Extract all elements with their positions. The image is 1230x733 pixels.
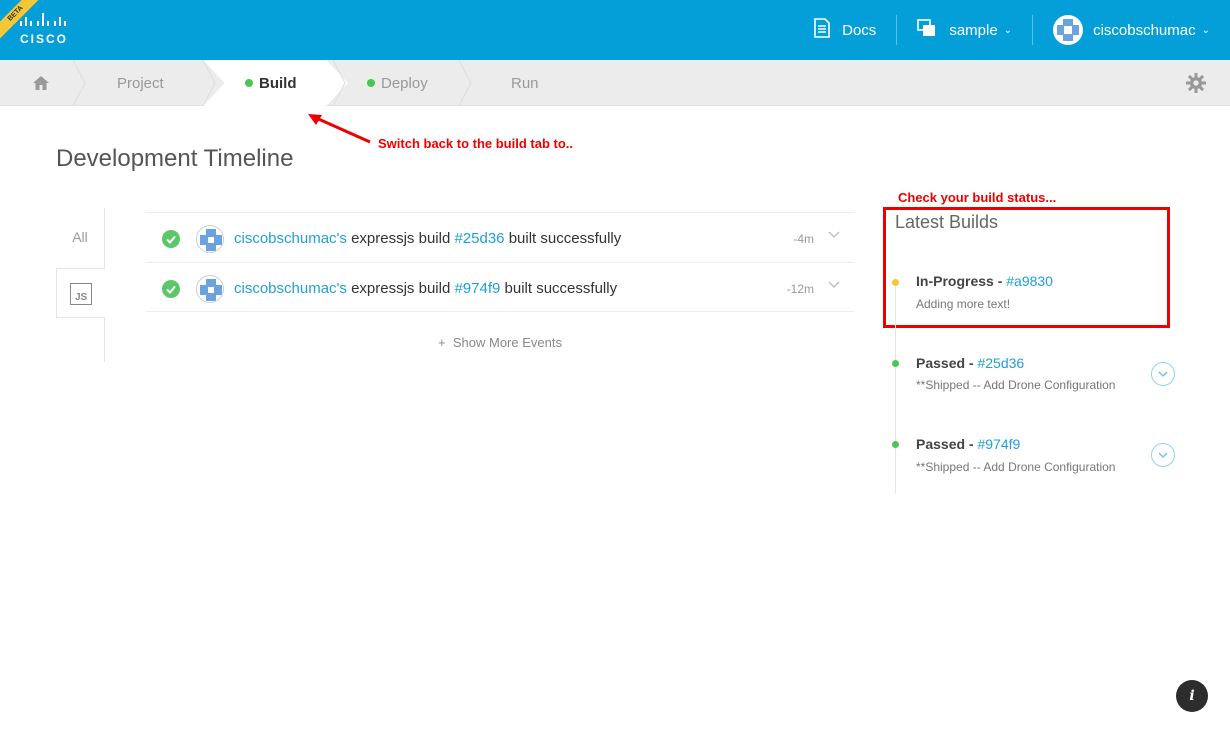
latest-builds-title: Latest Builds <box>895 212 999 232</box>
build-status[interactable]: Passed - #974f9 <box>916 436 1020 452</box>
avatar <box>196 225 224 253</box>
page-title: Development Timeline <box>56 145 294 172</box>
tab-label: Build <box>259 74 297 92</box>
build-status-label: Passed - <box>916 436 978 452</box>
event-text-part: built successfully <box>500 280 618 297</box>
tab-build[interactable]: Build <box>245 60 297 106</box>
home-tab[interactable] <box>32 60 50 106</box>
plus-icon: + <box>438 335 453 350</box>
chevron-down-icon <box>1158 452 1168 458</box>
status-dot <box>892 360 899 367</box>
build-hash-link[interactable]: #974f9 <box>977 436 1020 452</box>
tab-run[interactable]: Run <box>511 60 539 106</box>
event-time: -4m <box>793 232 814 246</box>
build-status[interactable]: Passed - #25d36 <box>916 355 1024 371</box>
expand-build-button[interactable] <box>1151 443 1175 467</box>
build-hash-link[interactable]: #a9830 <box>1006 273 1053 289</box>
build-message: **Shipped -- Add Drone Configuration <box>916 460 1116 474</box>
chevron-down-icon <box>1158 371 1168 377</box>
filter-js[interactable]: JS <box>56 268 105 318</box>
build-status-label: Passed - <box>916 355 978 371</box>
success-check-icon <box>162 230 180 248</box>
build-status-label: In-Progress - <box>916 273 1007 289</box>
chevron-down-icon: ⌄ <box>1201 24 1210 36</box>
home-icon <box>33 76 49 90</box>
status-dot <box>892 441 899 448</box>
expand-build-button[interactable] <box>1151 362 1175 386</box>
project-icon <box>917 19 937 41</box>
event-row[interactable]: ciscobschumac's expressjs build #974f9 b… <box>146 262 854 312</box>
annotation-arrow-icon <box>308 114 371 144</box>
status-dot <box>245 79 253 87</box>
breadcrumb-separator <box>332 60 346 106</box>
chevron-down-icon: ⌄ <box>1003 24 1013 36</box>
tab-label: Project <box>117 74 164 92</box>
success-check-icon <box>162 280 180 298</box>
chevron-down-icon[interactable] <box>828 281 840 289</box>
build-hash-link[interactable]: #25d36 <box>454 230 504 247</box>
event-text-part: expressjs build <box>346 230 455 247</box>
event-text: ciscobschumac's expressjs build #25d36 b… <box>234 230 621 247</box>
docs-label: Docs <box>842 21 877 39</box>
event-row[interactable]: ciscobschumac's expressjs build #25d36 b… <box>146 212 854 262</box>
status-dot <box>367 79 375 87</box>
gear-icon[interactable] <box>1186 73 1206 93</box>
docs-icon <box>814 18 830 42</box>
cisco-wordmark: CISCO <box>20 32 69 46</box>
build-hash-link[interactable]: #25d36 <box>977 355 1024 371</box>
avatar <box>196 275 224 303</box>
annotation-build-status: Check your build status... <box>898 190 1057 205</box>
event-text-part: built successfully <box>504 230 622 247</box>
user-link[interactable]: ciscobschumac's <box>234 280 347 297</box>
pipeline-nav: Project Build Deploy Run <box>0 60 1230 106</box>
filter-all[interactable]: All <box>56 229 104 245</box>
status-dot <box>892 279 899 286</box>
event-text: ciscobschumac's expressjs build #974f9 b… <box>234 280 617 297</box>
event-text-part: expressjs build <box>346 280 455 297</box>
build-message: Adding more text! <box>916 297 1011 311</box>
docs-link[interactable]: Docs <box>794 0 896 60</box>
project-label: sample <box>949 21 998 39</box>
info-button[interactable]: i <box>1176 680 1208 712</box>
user-menu[interactable]: ciscobschumac ⌄ <box>1033 0 1230 60</box>
tab-label: Run <box>511 74 539 92</box>
build-message: **Shipped -- Add Drone Configuration <box>916 378 1116 392</box>
breadcrumb-separator <box>458 60 472 106</box>
top-bar: BETA CISCO Docs sample ⌄ ciscobschumac ⌄ <box>0 0 1230 60</box>
cisco-logo[interactable]: BETA CISCO <box>0 0 110 60</box>
breadcrumb-separator <box>72 60 86 106</box>
tab-label: Deploy <box>381 74 428 92</box>
user-link[interactable]: ciscobschumac's <box>234 230 347 247</box>
tab-deploy[interactable]: Deploy <box>367 60 428 106</box>
show-more-label: Show More Events <box>452 335 562 350</box>
chevron-down-icon[interactable] <box>828 231 840 239</box>
event-list: ciscobschumac's expressjs build #25d36 b… <box>146 212 854 312</box>
project-selector[interactable]: sample ⌄ <box>897 0 1032 60</box>
event-time: -12m <box>786 282 814 296</box>
avatar <box>1053 15 1084 45</box>
cisco-bars-icon <box>20 13 66 26</box>
breadcrumb-separator <box>202 60 216 106</box>
user-label: ciscobschumac <box>1093 21 1196 39</box>
js-icon: JS <box>70 283 92 305</box>
build-status[interactable]: In-Progress - #a9830 <box>916 273 1053 289</box>
show-more-button[interactable]: + Show More Events <box>146 335 854 350</box>
build-timeline-rail <box>895 282 896 494</box>
build-hash-link[interactable]: #974f9 <box>454 280 500 297</box>
annotation-build-tab: Switch back to the build tab to.. <box>378 136 574 151</box>
tab-project[interactable]: Project <box>117 60 164 106</box>
